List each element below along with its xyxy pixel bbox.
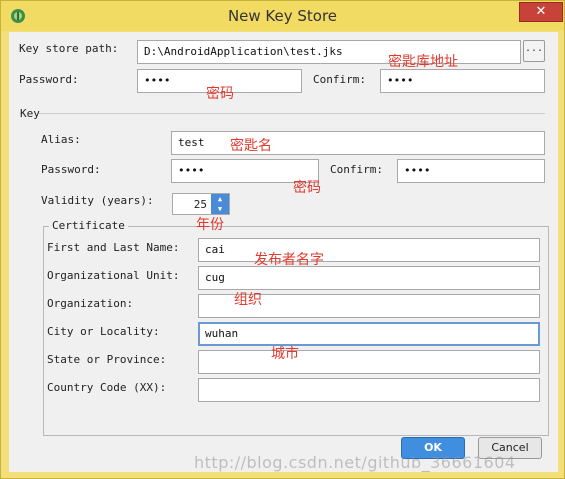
annotation-key-password: 密码 (293, 180, 321, 196)
org-unit-label: Organizational Unit: (47, 269, 180, 282)
annotation-city: 城市 (271, 346, 299, 362)
key-section-divider (39, 113, 545, 114)
keystore-path-label: Key store path: (19, 42, 119, 55)
annotation-validity: 年份 (196, 217, 224, 233)
key-section-label: Key (20, 107, 40, 120)
country-code-label: Country Code (XX): (47, 381, 167, 394)
validity-value: 25 (193, 198, 207, 211)
close-button[interactable]: ✕ (519, 2, 563, 22)
annotation-organization: 组织 (234, 292, 262, 308)
window-title: New Key Store (227, 7, 338, 25)
state-field[interactable] (198, 350, 540, 374)
keystore-confirm-field[interactable]: •••• (380, 69, 545, 93)
key-confirm-field[interactable]: •••• (397, 159, 545, 183)
title-bar[interactable]: New Key Store ✕ (1, 1, 564, 31)
city-label: City or Locality: (47, 325, 160, 338)
browse-button[interactable]: ... (523, 40, 545, 62)
country-code-field[interactable] (198, 378, 540, 402)
org-unit-field[interactable]: cug (198, 266, 540, 290)
city-field[interactable]: wuhan (198, 322, 540, 346)
annotation-keystore-path: 密匙库地址 (388, 54, 458, 70)
close-icon: ✕ (535, 4, 547, 19)
spinner-buttons: ▲ ▼ (211, 194, 229, 214)
organization-label: Organization: (47, 297, 134, 310)
spinner-up-icon[interactable]: ▲ (211, 194, 229, 204)
key-confirm-label: Confirm: (330, 163, 383, 176)
dialog-window: New Key Store ✕ Key store path: D:\Andro… (0, 0, 565, 479)
validity-spinner[interactable]: 25 ▲ ▼ (172, 193, 230, 215)
validity-label: Validity (years): (41, 194, 154, 207)
keystore-confirm-label: Confirm: (313, 73, 366, 86)
watermark-text: http://blog.csdn.net/github_36661604 (194, 453, 516, 472)
first-last-name-field[interactable]: cai (198, 238, 540, 262)
keystore-path-field[interactable]: D:\AndroidApplication\test.jks (137, 40, 521, 64)
certificate-section-label: Certificate (49, 219, 128, 232)
spinner-down-icon[interactable]: ▼ (211, 204, 229, 214)
annotation-first-last: 发布者名字 (254, 252, 324, 268)
state-label: State or Province: (47, 353, 167, 366)
alias-field[interactable]: test (171, 131, 545, 155)
annotation-alias: 密匙名 (230, 138, 272, 154)
first-last-name-label: First and Last Name: (47, 241, 180, 254)
alias-label: Alias: (41, 133, 81, 146)
keystore-password-label: Password: (19, 73, 79, 86)
key-password-label: Password: (41, 163, 101, 176)
annotation-keystore-password: 密码 (206, 86, 234, 102)
